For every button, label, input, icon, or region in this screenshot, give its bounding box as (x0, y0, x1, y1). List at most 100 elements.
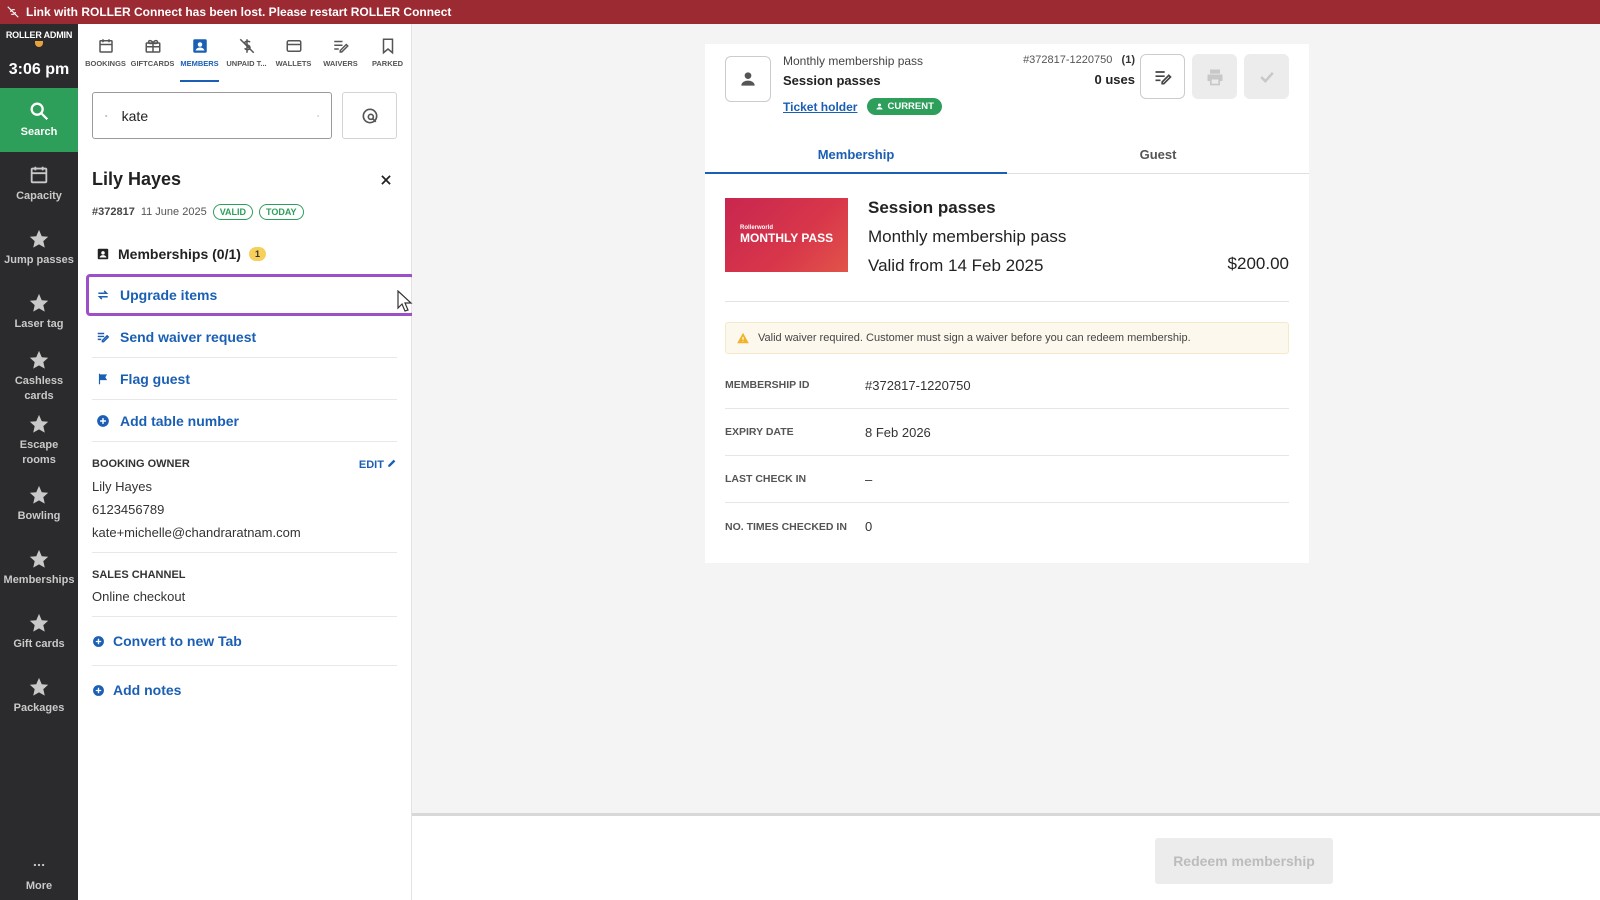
mouse-cursor-icon (397, 290, 413, 312)
pass-image-title: MONTHLY PASS (740, 231, 834, 245)
add-notes-button[interactable]: Add notes (78, 682, 411, 698)
detail-key: EXPIRY DATE (725, 426, 794, 438)
nav-label: More (25, 880, 53, 892)
star-icon (29, 549, 49, 568)
brand-logo: ROLLER ADMIN (0, 24, 78, 52)
upgrade-items-button[interactable]: Upgrade items (86, 274, 415, 316)
pencil-icon (388, 459, 396, 467)
nav-label: Search (20, 126, 58, 138)
detail-area: Monthly membership pass Session passes T… (412, 24, 1600, 900)
status-badge: VALID (212, 204, 254, 220)
person-icon (876, 103, 883, 110)
booking-id: #372817 (92, 206, 135, 218)
nav-laser-tag[interactable]: Laser tag (0, 280, 78, 344)
warning-text: Valid waiver required. Customer must sig… (758, 332, 1191, 344)
nav-label: Memberships (3, 574, 75, 586)
tab-waivers[interactable]: WAIVERS (317, 24, 364, 80)
detail-row: MEMBERSHIP ID #372817-1220750 (725, 362, 1289, 409)
convert-to-tab-button[interactable]: Convert to new Tab (78, 633, 411, 649)
search-panel: BOOKINGS GIFTCARDS MEMBERS UNPAID T... W… (78, 24, 415, 900)
warning-icon (737, 332, 749, 344)
add-circle-icon (93, 684, 104, 696)
nav-label: Cashless cards (14, 374, 64, 402)
action-label: Convert to new Tab (113, 633, 242, 649)
star-icon (29, 293, 49, 312)
membership-ref: #372817-1220750 (1023, 54, 1113, 66)
search-input[interactable] (121, 107, 303, 124)
detail-value: #372817-1220750 (865, 377, 971, 393)
tab-parked[interactable]: PARKED (364, 24, 411, 80)
detail-row: NO. TIMES CHECKED IN 0 (725, 503, 1289, 550)
banner-text: Link with ROLLER Connect has been lost. … (26, 5, 452, 19)
nav-more[interactable]: More (0, 858, 78, 892)
edit-note-button[interactable] (1140, 54, 1185, 99)
tab-membership[interactable]: Membership (705, 136, 1007, 174)
tab-members[interactable]: MEMBERS (176, 24, 223, 82)
nav-jump-passes[interactable]: Jump passes (0, 216, 78, 280)
nav-cashless-cards[interactable]: Cashless cards (0, 344, 78, 408)
product-price: $200.00 (1227, 254, 1289, 273)
memberships-label: Memberships (0/1) (118, 246, 241, 262)
current-badge: CURRENT (867, 98, 942, 115)
edit-owner-button[interactable]: EDIT (359, 458, 397, 471)
member-card-icon (97, 248, 109, 260)
current-label: CURRENT (887, 101, 934, 112)
tab-unpaid[interactable]: UNPAID T... (223, 24, 270, 80)
clear-icon[interactable] (317, 108, 319, 124)
product-title: Session passes (868, 198, 996, 217)
check-in-button[interactable] (1244, 54, 1289, 99)
nav-label: Escape rooms (19, 438, 59, 466)
more-icon (33, 863, 45, 867)
edit-note-icon (1155, 70, 1172, 84)
bookmark-icon (382, 38, 393, 54)
tab-label: WALLETS (275, 58, 312, 68)
search-tabs: BOOKINGS GIFTCARDS MEMBERS UNPAID T... W… (78, 24, 411, 82)
memberships-count-badge: 1 (248, 247, 266, 261)
tab-label: MEMBERS (180, 58, 219, 68)
print-button[interactable] (1192, 54, 1237, 99)
tab-giftcards[interactable]: GIFTCARDS (129, 24, 176, 80)
flag-guest-button[interactable]: Flag guest (92, 358, 397, 400)
ticket-holder-link[interactable]: Ticket holder (783, 100, 857, 114)
star-icon (29, 677, 49, 696)
check-icon (1259, 71, 1274, 83)
star-icon (29, 485, 49, 504)
action-label: Flag guest (120, 370, 191, 387)
search-icon (30, 102, 49, 121)
link-off-icon (7, 6, 19, 18)
action-footer: Redeem membership (412, 816, 1600, 900)
tab-label: PARKED (371, 58, 404, 68)
nav-gift-cards[interactable]: Gift cards (0, 600, 78, 664)
nav-search[interactable]: Search (0, 88, 78, 152)
print-icon (1207, 69, 1222, 85)
nav-memberships[interactable]: Memberships (0, 536, 78, 600)
search-icon (105, 114, 108, 117)
tab-bookings[interactable]: BOOKINGS (82, 24, 129, 80)
close-icon[interactable] (379, 173, 393, 187)
action-label: Upgrade items (120, 287, 218, 303)
redeem-membership-button[interactable]: Redeem membership (1155, 838, 1333, 884)
product-type: Monthly membership pass (783, 54, 924, 68)
tab-guest[interactable]: Guest (1007, 136, 1309, 173)
search-field[interactable] (92, 92, 332, 139)
scan-search-button[interactable] (342, 92, 397, 139)
status-badge: TODAY (259, 204, 304, 220)
booking-owner-heading: BOOKING OWNER (92, 458, 190, 470)
star-icon (29, 414, 49, 433)
tab-label: GIFTCARDS (130, 58, 175, 68)
nav-bowling[interactable]: Bowling (0, 472, 78, 536)
nav-escape-rooms[interactable]: Escape rooms (0, 408, 78, 472)
guest-name: Lily Hayes (92, 169, 182, 189)
calendar-icon (98, 38, 113, 53)
memberships-header[interactable]: Memberships (0/1) 1 (78, 246, 411, 262)
edit-label: EDIT (358, 459, 384, 471)
owner-name: Lily Hayes (92, 479, 152, 494)
send-waiver-button[interactable]: Send waiver request (92, 316, 397, 358)
add-table-number-button[interactable]: Add table number (92, 400, 397, 442)
tab-label: BOOKINGS (85, 58, 126, 68)
nav-packages[interactable]: Packages (0, 664, 78, 728)
product-subtitle: Monthly membership pass (868, 227, 1067, 246)
nav-capacity[interactable]: Capacity (0, 152, 78, 216)
tab-wallets[interactable]: WALLETS (270, 24, 317, 80)
detail-value: – (865, 471, 873, 487)
